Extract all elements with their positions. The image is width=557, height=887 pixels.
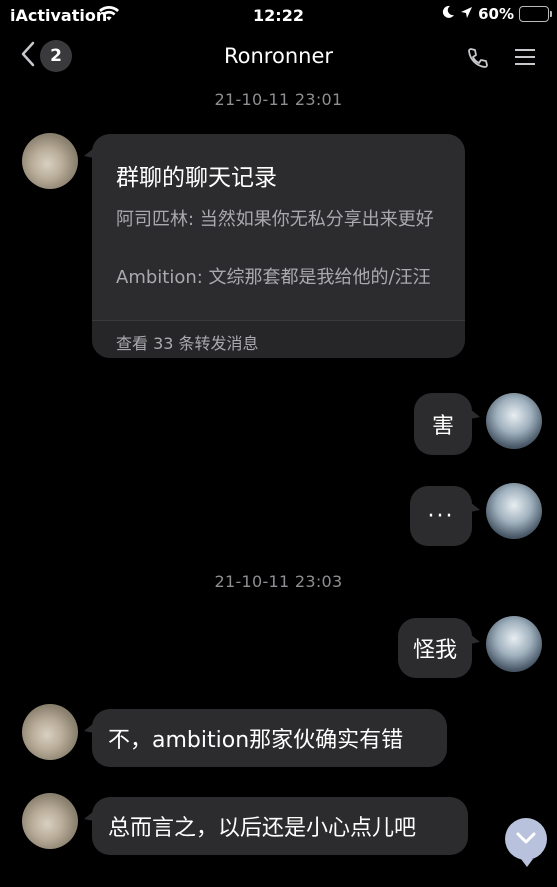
avatar-self[interactable] xyxy=(486,616,542,672)
message-bubble-outgoing[interactable]: ··· xyxy=(410,486,480,546)
avatar-self[interactable] xyxy=(486,393,542,449)
avatar-self[interactable] xyxy=(486,483,542,539)
message-bubble-incoming[interactable]: 不，ambition那家伙确实有错 xyxy=(84,709,447,767)
view-forwarded-messages[interactable]: 查看 33 条转发消息 xyxy=(92,320,465,358)
battery-charging-icon xyxy=(519,6,552,22)
message-bubble-outgoing[interactable]: 害 xyxy=(414,393,480,455)
location-arrow-icon xyxy=(460,5,473,23)
message-text: 总而言之，以后还是小心点儿吧 xyxy=(108,816,417,841)
avatar-ronronner[interactable] xyxy=(22,704,78,760)
message-text: 怪我 xyxy=(412,638,457,663)
menu-icon[interactable] xyxy=(513,46,537,72)
chevron-down-icon xyxy=(515,830,537,849)
message-text: 害 xyxy=(431,414,454,439)
forward-preview-line: Ambition: 文综那套都是我给他的/汪汪 xyxy=(116,267,431,288)
avatar-ronronner[interactable] xyxy=(22,133,78,189)
message-bubble-outgoing[interactable]: 怪我 xyxy=(398,618,480,678)
message-text: ··· xyxy=(427,503,455,529)
forward-title: 群聊的聊天记录 xyxy=(116,165,277,191)
timestamp: 21-10-11 23:01 xyxy=(214,90,343,109)
battery-percent: 60% xyxy=(478,5,514,23)
forward-preview-line: 阿司匹林: 当然如果你无私分享出来更好 xyxy=(116,209,434,230)
forwarded-chat-card[interactable]: 群聊的聊天记录 阿司匹林: 当然如果你无私分享出来更好 Ambition: 文综… xyxy=(84,134,465,358)
avatar-ronronner[interactable] xyxy=(22,793,78,849)
nav-bar: 2 Ronronner xyxy=(0,36,557,82)
forward-footer-label: 查看 33 条转发消息 xyxy=(116,334,259,353)
moon-icon xyxy=(441,5,455,23)
scroll-to-bottom-button[interactable] xyxy=(505,818,547,867)
phone-icon[interactable] xyxy=(466,46,490,74)
message-text: 不，ambition那家伙确实有错 xyxy=(108,728,404,753)
timestamp: 21-10-11 23:03 xyxy=(214,572,343,591)
status-bar: iActivation 12:22 60% xyxy=(0,0,557,30)
message-bubble-incoming[interactable]: 总而言之，以后还是小心点儿吧 xyxy=(84,797,468,855)
